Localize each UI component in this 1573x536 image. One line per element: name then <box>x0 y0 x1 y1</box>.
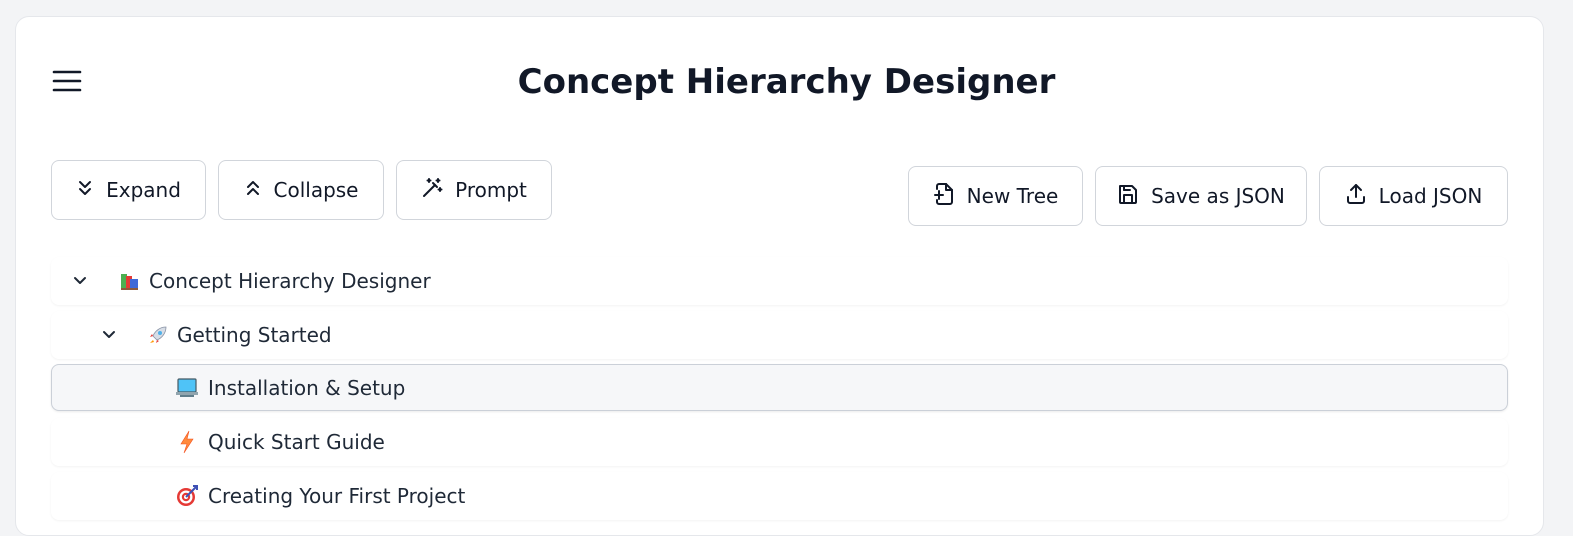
tree-node-label: Getting Started <box>177 323 332 347</box>
tree-node-first-project[interactable]: Creating Your First Project <box>51 472 1508 520</box>
new-tree-label: New Tree <box>966 184 1059 208</box>
tree-node-installation-setup[interactable]: Installation & Setup <box>51 364 1508 411</box>
tree-node-label: Installation & Setup <box>208 375 406 400</box>
tree-node-label: Concept Hierarchy Designer <box>149 269 431 293</box>
load-json-button[interactable]: Load JSON <box>1319 166 1508 226</box>
new-tree-button[interactable]: New Tree <box>908 166 1083 226</box>
file-plus-icon <box>933 182 955 211</box>
tree-node-label: Quick Start Guide <box>208 430 385 454</box>
rocket-icon <box>146 323 170 347</box>
expand-button[interactable]: Expand <box>51 160 206 220</box>
magic-wand-icon <box>421 177 443 204</box>
lightning-icon <box>175 430 199 454</box>
prompt-button[interactable]: Prompt <box>396 160 552 220</box>
tree-node-getting-started[interactable]: Getting Started <box>51 311 1508 359</box>
chevrons-down-icon <box>76 178 94 202</box>
prompt-label: Prompt <box>455 178 527 202</box>
expand-label: Expand <box>106 178 181 202</box>
page-title: Concept Hierarchy Designer <box>517 62 1056 102</box>
tree-node-quick-start[interactable]: Quick Start Guide <box>51 418 1508 466</box>
save-json-button[interactable]: Save as JSON <box>1095 166 1307 226</box>
collapse-label: Collapse <box>273 178 359 202</box>
upload-icon <box>1345 183 1367 210</box>
chevron-down-icon[interactable] <box>99 325 119 345</box>
save-json-label: Save as JSON <box>1151 184 1285 208</box>
computer-icon <box>175 376 199 400</box>
tree-node-label: Creating Your First Project <box>208 484 466 508</box>
load-json-label: Load JSON <box>1378 184 1483 208</box>
tree-node-root[interactable]: Concept Hierarchy Designer <box>51 257 1508 305</box>
chevrons-up-icon <box>244 178 262 202</box>
chevron-down-icon[interactable] <box>70 271 90 291</box>
collapse-button[interactable]: Collapse <box>218 160 384 220</box>
save-icon <box>1117 183 1139 210</box>
books-icon <box>118 269 142 293</box>
target-icon <box>175 484 199 508</box>
